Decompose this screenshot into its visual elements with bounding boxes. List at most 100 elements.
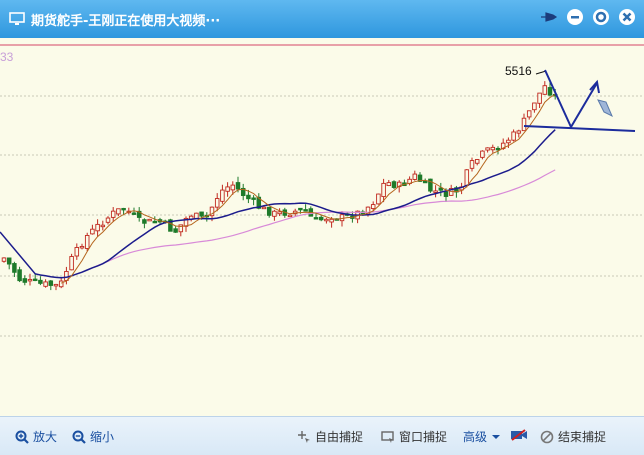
candle-body (391, 181, 397, 188)
candle-body (547, 87, 553, 96)
end-capture-label: 结束捕捉 (558, 430, 607, 444)
zoom-out-label: 缩小 (90, 430, 115, 444)
advanced-dropdown[interactable]: 高级 (463, 428, 501, 445)
candle-body (147, 218, 152, 222)
candle-body (100, 224, 106, 228)
candle-body (22, 278, 28, 283)
zoom-out-icon (72, 430, 86, 444)
candle-body (386, 182, 392, 187)
candle-body (277, 211, 282, 215)
stop-icon (540, 430, 554, 443)
candle-body (251, 197, 256, 200)
candle-body (532, 102, 537, 111)
candle-body (272, 210, 277, 217)
candle-body (412, 173, 418, 180)
crosshair-icon (298, 430, 310, 443)
candle-body (173, 228, 178, 233)
candle-body (370, 204, 376, 210)
candle-body (43, 281, 48, 287)
candle-body (329, 218, 334, 223)
candle-body (131, 212, 137, 215)
candle-body (12, 263, 17, 273)
zoom-in-button[interactable]: 放大 (15, 428, 57, 445)
candle-body (69, 256, 74, 271)
candle-body (199, 211, 204, 217)
candle-body (225, 186, 230, 192)
candle-body (339, 214, 345, 222)
candle-body (27, 278, 33, 282)
candle-body (142, 219, 147, 224)
candle-body (246, 194, 251, 200)
candle-body (313, 217, 319, 220)
candle-body (17, 269, 22, 282)
video-camera-icon (511, 429, 527, 441)
zigzag-stroke (544, 69, 598, 130)
candle-body (324, 218, 329, 222)
candle-body (474, 159, 480, 164)
candle-body (506, 139, 511, 144)
candle-body (74, 247, 80, 257)
candle-body (230, 184, 236, 191)
candle-body (542, 85, 548, 95)
free-capture-label: 自由捕捉 (315, 430, 364, 444)
candle-body (516, 130, 522, 134)
candle-body (480, 150, 485, 158)
zoom-in-icon (15, 430, 29, 444)
ma-mid-line (0, 129, 556, 279)
camera-button[interactable] (510, 428, 528, 442)
advanced-label: 高级 (463, 430, 488, 444)
candle-body (266, 206, 272, 216)
candle-body (235, 182, 241, 190)
candle-body (194, 212, 199, 219)
candle-body (443, 191, 449, 197)
support-line (523, 125, 636, 132)
candle-body (526, 110, 532, 118)
candle-body (287, 214, 293, 218)
candle-body (6, 257, 12, 265)
free-capture-button[interactable]: 自由捕捉 (297, 428, 363, 445)
candle-body (95, 223, 100, 232)
candle-body (110, 210, 116, 218)
candle-body (537, 92, 542, 104)
candle-body (121, 207, 126, 211)
candle-body (38, 279, 43, 284)
candle-body (303, 209, 308, 212)
candle-body (521, 117, 527, 132)
chart-gridlines (0, 95, 644, 337)
candle-body (32, 278, 38, 282)
candle-body (90, 228, 95, 235)
candle-body (48, 280, 54, 286)
candle-body (53, 283, 59, 287)
candle-body (79, 245, 85, 249)
candle-body (105, 217, 111, 223)
candle-body (152, 220, 158, 224)
ma-long-line (76, 169, 556, 275)
ma-short-line (60, 94, 556, 284)
window-capture-label: 窗口捕捉 (399, 430, 448, 444)
candle-body (58, 280, 64, 288)
candle-body (490, 146, 496, 151)
candle-body (464, 169, 470, 186)
window-icon (381, 430, 394, 443)
candle-body (220, 189, 225, 202)
candle-body (298, 207, 303, 211)
candle-body (485, 147, 490, 151)
candle-body (116, 208, 121, 215)
window-capture-button[interactable]: 窗口捕捉 (381, 428, 447, 445)
bottom-toolbar: 放大 缩小 自由捕捉 窗口捕捉 高级 结束捕捉 (0, 416, 644, 455)
candlestick-chart (0, 69, 644, 337)
candle-body (469, 160, 475, 169)
zoom-in-label: 放大 (33, 430, 58, 444)
candle-body (214, 198, 220, 208)
candle-body (433, 190, 438, 193)
peak-pointer-line (535, 70, 547, 75)
candle-body (381, 182, 386, 198)
candle-body (511, 131, 516, 141)
candle-body (495, 147, 501, 151)
candle-body (261, 206, 267, 210)
zoom-out-button[interactable]: 缩小 (72, 428, 114, 445)
chevron-down-icon (492, 434, 501, 439)
capture-window: 期货舵手-王刚正在使用大视频··· 33 5516 放大 缩小 自由捕捉 窗口捕… (0, 0, 644, 455)
candle-body (318, 216, 324, 221)
end-capture-button[interactable]: 结束捕捉 (540, 428, 606, 445)
